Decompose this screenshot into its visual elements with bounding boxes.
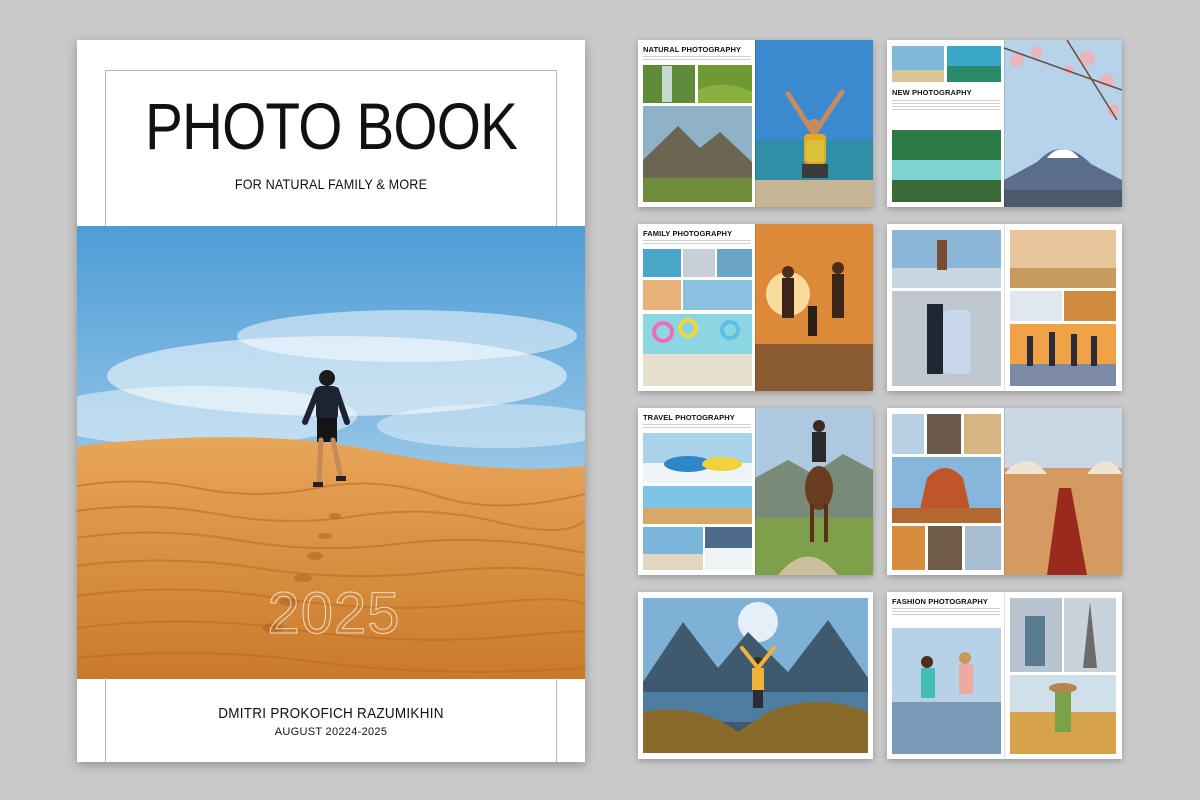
spread-spine <box>755 40 756 207</box>
spread-text-lines <box>892 100 1000 112</box>
spread-mountain-photography <box>638 592 873 759</box>
cover-title: PHOTO BOOK <box>144 89 518 163</box>
spread-title: FASHION PHOTOGRAPHY <box>892 597 988 606</box>
spread-text-lines <box>892 608 1000 617</box>
spread-title: TRAVEL PHOTOGRAPHY <box>643 413 735 422</box>
spread-new-photography: NEW PHOTOGRAPHY <box>887 40 1122 207</box>
stage: PHOTO BOOK FOR NATURAL FAMILY & MORE 202… <box>0 0 1200 800</box>
cover-page: PHOTO BOOK FOR NATURAL FAMILY & MORE 202… <box>77 40 585 762</box>
spread-spine <box>1004 40 1005 207</box>
spread-spine <box>755 224 756 391</box>
spread-title: FAMILY PHOTOGRAPHY <box>643 229 733 238</box>
spread-title: NATURAL PHOTOGRAPHY <box>643 45 742 54</box>
cover-date: AUGUST 20224-2025 <box>274 726 388 738</box>
spread-wedding-photography <box>887 224 1122 391</box>
spread-desert-photography <box>887 408 1122 575</box>
spread-spine <box>1004 408 1005 575</box>
spread-spine <box>1004 224 1005 391</box>
spread-fashion-photography: FASHION PHOTOGRAPHY <box>887 592 1122 759</box>
spread-natural-photography: NATURAL PHOTOGRAPHY <box>638 40 873 207</box>
spread-travel-photography: TRAVEL PHOTOGRAPHY <box>638 408 873 575</box>
spread-title: NEW PHOTOGRAPHY <box>892 88 972 97</box>
spread-text-lines <box>643 56 751 62</box>
cover-subtitle: FOR NATURAL FAMILY & MORE <box>234 176 428 192</box>
cover-author: DMITRI PROKOFICH RAZUMIKHIN <box>218 705 444 722</box>
cover-year: 2025 <box>267 581 401 647</box>
spread-spine <box>755 408 756 575</box>
spread-text-lines <box>643 424 751 430</box>
spread-spine <box>1004 592 1005 759</box>
spread-text-lines <box>643 240 751 246</box>
spread-family-photography: FAMILY PHOTOGRAPHY <box>638 224 873 391</box>
